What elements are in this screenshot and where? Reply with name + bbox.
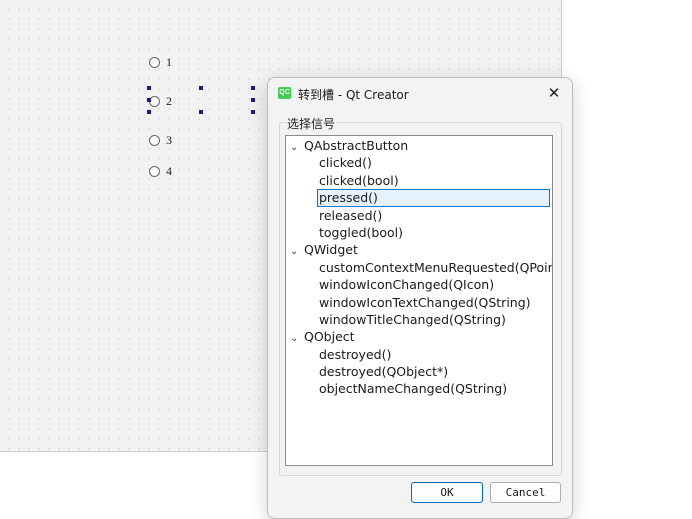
tree-group-qabstractbutton[interactable]: ⌄ QAbstractButton [286,137,552,154]
signal-item[interactable]: destroyed(QObject*) [286,363,552,380]
go-to-slot-dialog: QC 转到槽 - Qt Creator ✕ 选择信号 ⌄ QAbstractBut… [267,77,573,519]
selection-handle[interactable] [147,110,151,114]
signal-item[interactable]: customContextMenuRequested(QPoint) [286,259,552,276]
signal-item[interactable]: toggled(bool) [286,224,552,241]
selection-handle[interactable] [251,98,255,102]
radio-label: 1 [166,54,172,69]
tree-group-label: QObject [304,329,355,345]
close-button[interactable]: ✕ [542,82,566,104]
selection-handle[interactable] [251,86,255,90]
signal-item[interactable]: clicked(bool) [286,172,552,189]
cancel-button[interactable]: Cancel [490,482,561,503]
dialog-title: 转到槽 - Qt Creator [298,88,409,102]
signal-item[interactable]: windowIconTextChanged(QString) [286,294,552,311]
selection-handle[interactable] [199,110,203,114]
radio-label: 4 [166,163,172,178]
signal-item[interactable]: windowTitleChanged(QString) [286,311,552,328]
radio-circle-icon [149,165,160,177]
radio-button-4[interactable]: 4 [149,164,172,178]
radio-label: 2 [166,93,172,108]
radio-button-3[interactable]: 3 [149,133,172,147]
signal-item[interactable]: objectNameChanged(QString) [286,380,552,397]
radio-button-1[interactable]: 1 [149,55,172,69]
tree-group-qobject[interactable]: ⌄ QObject [286,328,552,345]
radio-label: 3 [166,132,172,147]
signal-tree[interactable]: ⌄ QAbstractButton clicked() clicked(bool) pr… [285,135,553,466]
signal-item[interactable]: windowIconChanged(QIcon) [286,276,552,293]
signal-item[interactable]: released() [286,207,552,224]
close-icon: ✕ [547,84,561,102]
tree-group-label: QAbstractButton [304,138,409,153]
signal-item[interactable]: pressed() [317,189,550,207]
radio-button-2[interactable]: 2 [149,94,172,108]
tree-group-label: QWidget [304,242,358,258]
selection-handle[interactable] [147,86,151,90]
dialog-titlebar[interactable]: QC 转到槽 - Qt Creator ✕ [268,78,572,108]
signal-item[interactable]: clicked() [286,154,552,171]
radio-circle-icon [149,134,160,146]
qt-creator-logo-icon: QC [278,87,291,99]
selection-handle[interactable] [147,98,151,102]
ok-button[interactable]: OK [411,482,483,503]
selection-handle[interactable] [199,86,203,90]
signal-item[interactable]: destroyed() [286,346,552,363]
tree-group-qwidget[interactable]: ⌄ QWidget [286,241,552,258]
signal-group-label: 选择信号 [286,115,337,132]
selection-handle[interactable] [251,110,255,114]
radio-circle-icon [149,56,160,68]
